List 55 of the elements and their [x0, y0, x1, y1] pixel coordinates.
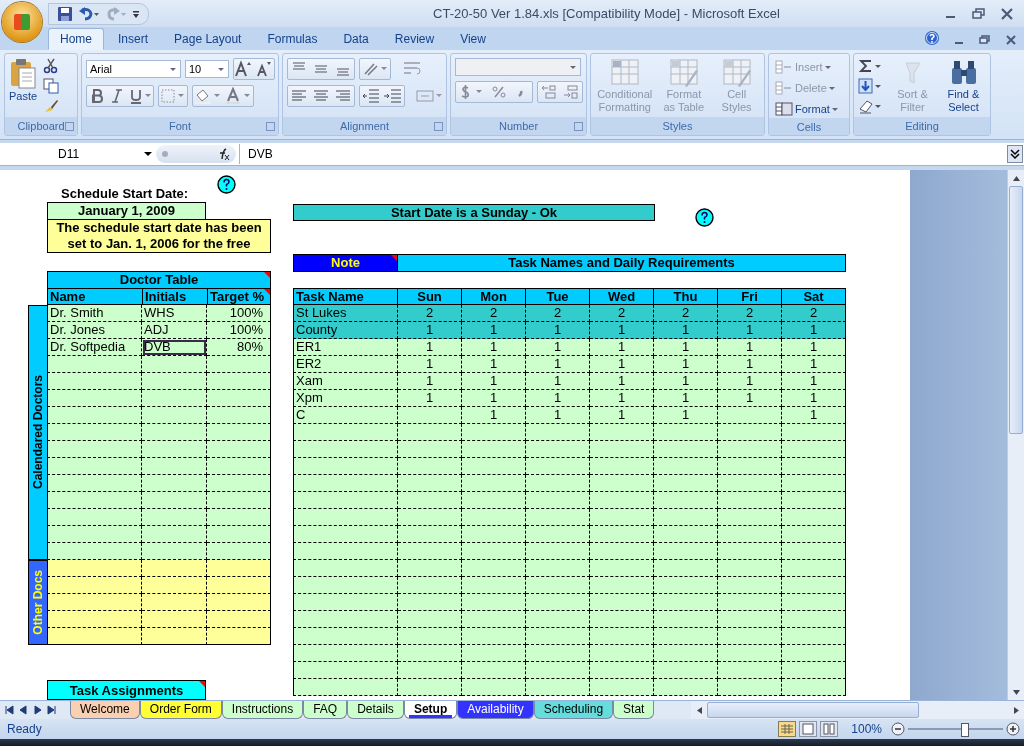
- task-assignments-title: Task Assignments: [47, 680, 206, 700]
- table-cell: 100%: [207, 322, 271, 339]
- status-text: Ready: [6, 722, 42, 736]
- sheet-tab[interactable]: Stat: [613, 701, 655, 719]
- doctor-table-title: Doctor Table: [47, 271, 271, 288]
- table-cell: Dr. Jones: [47, 322, 142, 339]
- sheet-tab[interactable]: Scheduling: [533, 701, 614, 719]
- column-header: Task Name: [293, 288, 398, 305]
- sheet-tab[interactable]: Order Form: [139, 701, 222, 719]
- table-cell: 100%: [207, 305, 271, 322]
- font-size-field[interactable]: 10: [185, 60, 229, 78]
- ribbon-tab[interactable]: Insert: [106, 28, 161, 50]
- group-label: Styles: [662, 120, 693, 132]
- table-cell: 80%: [207, 339, 271, 356]
- sheet-tab[interactable]: Setup: [403, 701, 458, 719]
- ribbon-tab[interactable]: Review: [382, 28, 447, 50]
- group-label: Cells: [796, 120, 822, 133]
- ribbon-tab[interactable]: Formulas: [255, 28, 330, 50]
- paste-button[interactable]: Paste: [9, 58, 38, 103]
- sheet-tab[interactable]: Instructions: [221, 701, 304, 719]
- table-cell: Dr. Softpedia: [47, 339, 142, 356]
- ribbon-tab[interactable]: Data: [331, 28, 381, 50]
- task-table-title: Task Names and Daily Requirements: [398, 254, 846, 272]
- table-cell: Dr. Smith: [47, 305, 142, 322]
- column-header: Name: [47, 288, 142, 305]
- start-date-label: Schedule Start Date:: [61, 186, 189, 201]
- table-cell: WHS: [142, 305, 207, 322]
- ribbon-tab[interactable]: Page Layout: [162, 28, 254, 50]
- group-label: Number: [498, 120, 539, 132]
- date-note: The schedule start date has been set to Jan. 1, 2006 for the free: [47, 219, 271, 253]
- column-header: Initials: [142, 288, 207, 305]
- start-date-cell[interactable]: January 1, 2009: [47, 202, 206, 219]
- table-cell: ADJ: [142, 322, 207, 339]
- window-title: CT-20-50 Ver 1.84.xls [Compatibility Mode] - Microsoft Excel: [432, 6, 781, 21]
- name-box[interactable]: D11: [0, 144, 156, 164]
- group-label: Clipboard: [17, 120, 65, 132]
- column-header: Target %: [207, 288, 271, 305]
- sheet-tab[interactable]: FAQ: [303, 701, 348, 719]
- group-label: Font: [169, 120, 191, 132]
- zoom-level[interactable]: 100%: [851, 722, 882, 736]
- cells-button[interactable]: Format: [773, 100, 844, 118]
- find-select-button[interactable]: Find & Select: [941, 58, 986, 114]
- start-date-status: Start Date is a Sunday - Ok: [293, 204, 655, 221]
- ribbon-tab[interactable]: Home: [48, 28, 104, 50]
- group-label: Calendared Doctors: [28, 305, 47, 560]
- group-label: Other Docs: [28, 560, 47, 645]
- sheet-tab[interactable]: Availability: [457, 701, 534, 719]
- group-label: Alignment: [340, 120, 389, 132]
- sheet-tab[interactable]: Welcome: [70, 701, 140, 719]
- table-cell: DVB: [142, 339, 207, 356]
- font-name-field[interactable]: Arial: [86, 60, 181, 78]
- ribbon-tab[interactable]: View: [448, 28, 498, 50]
- note-cell[interactable]: Note: [293, 254, 398, 272]
- group-label: Editing: [905, 120, 939, 132]
- sheet-tab[interactable]: Details: [347, 701, 404, 719]
